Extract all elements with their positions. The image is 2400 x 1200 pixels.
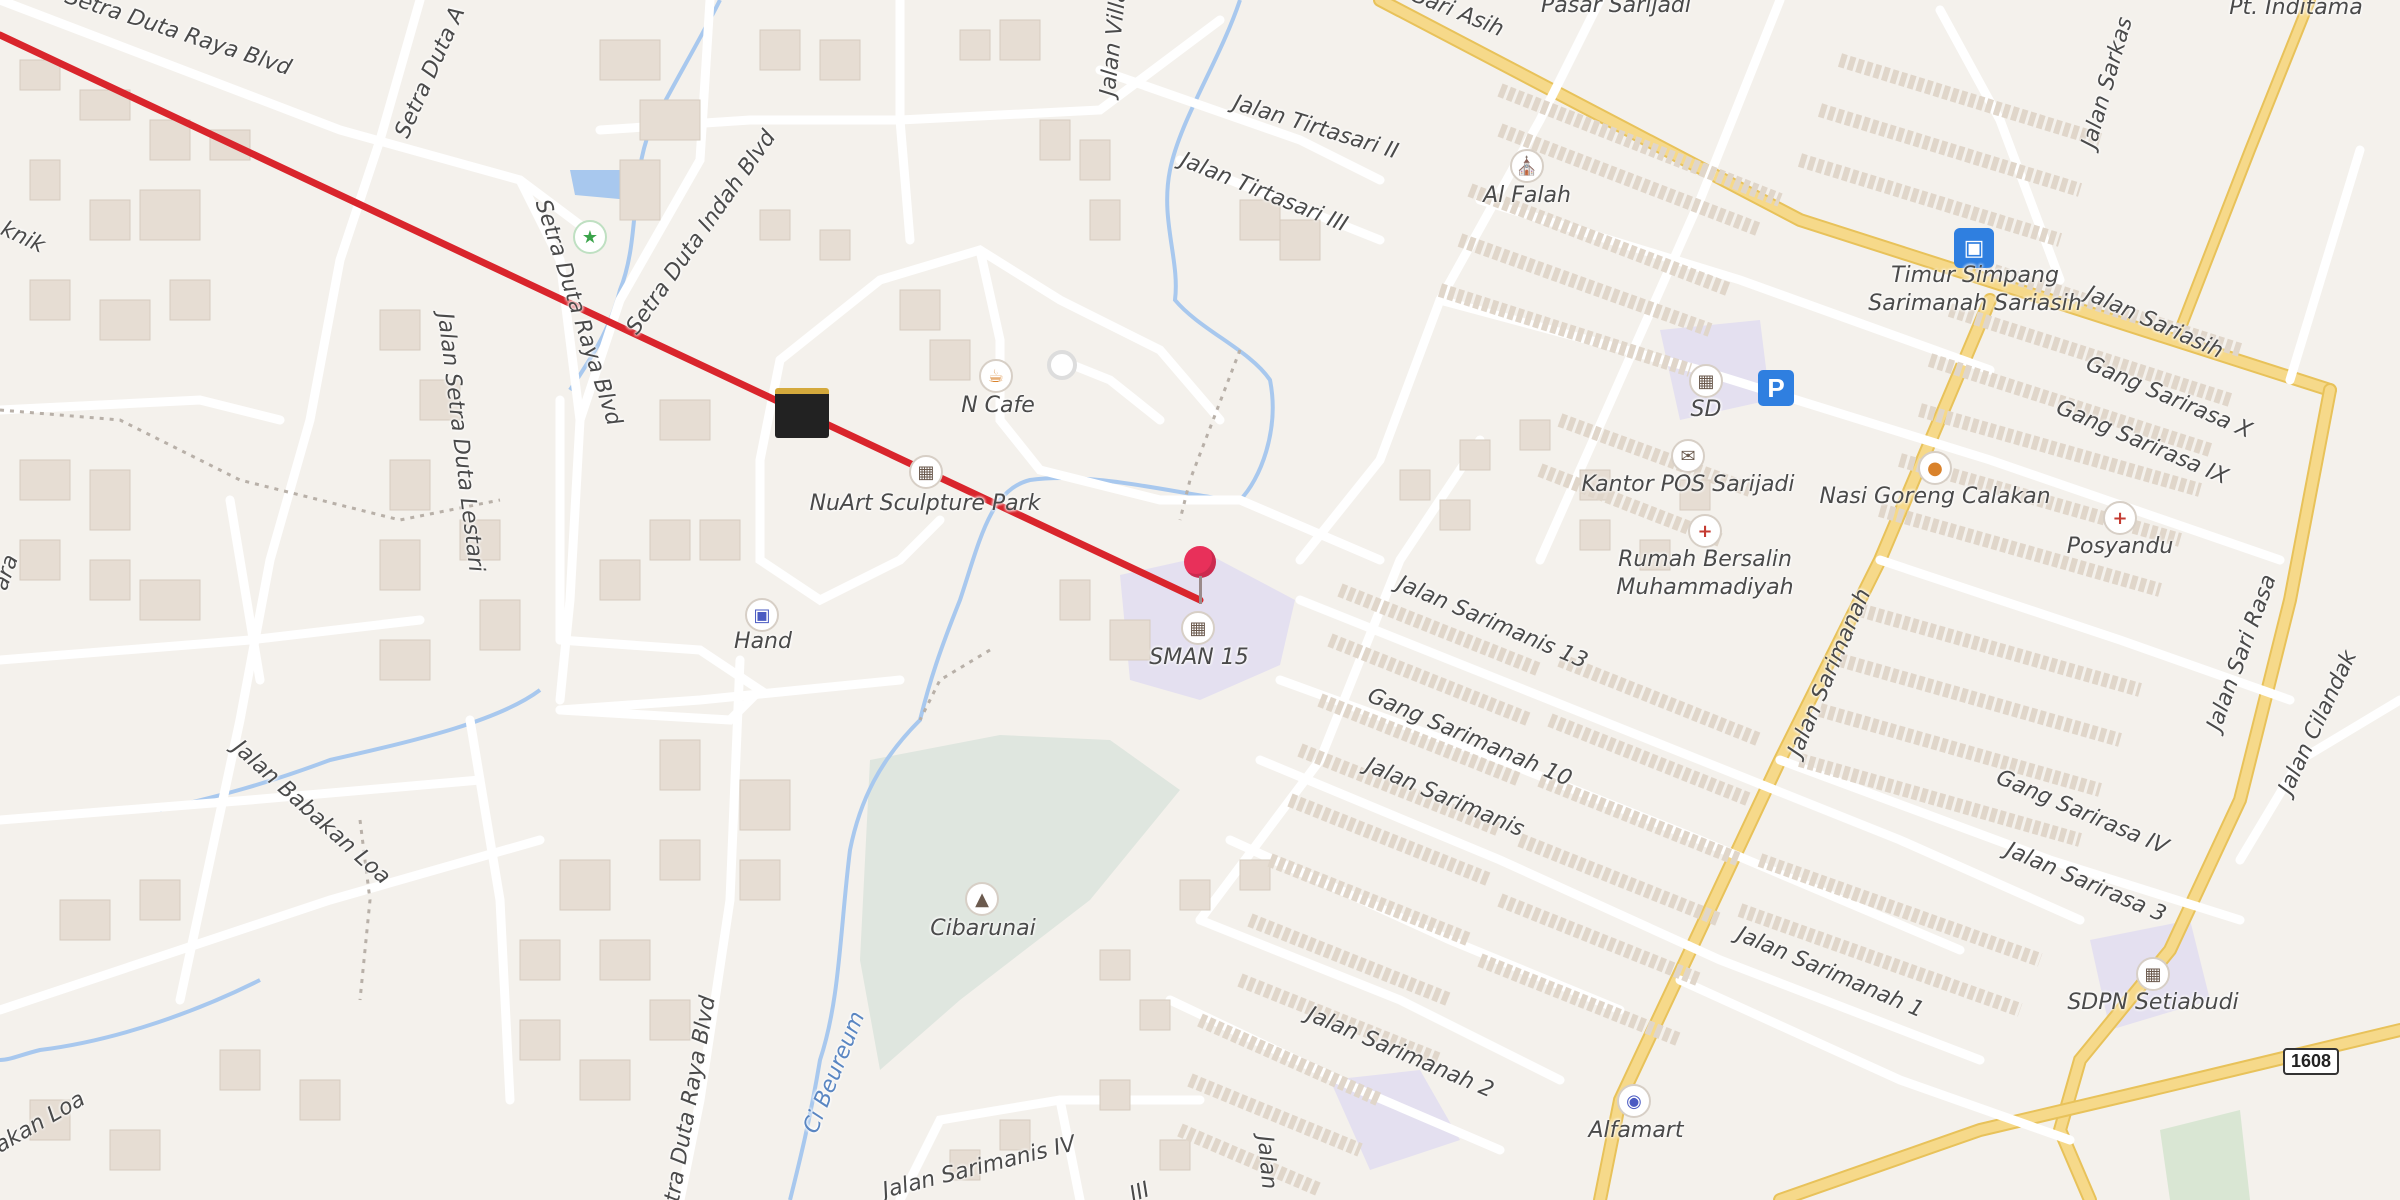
poi-label: Rumah Bersalin Muhammadiyah [1616, 547, 1794, 600]
street-label: Jalan [1251, 1134, 1282, 1191]
monument-icon[interactable]: ▲ [965, 882, 999, 916]
museum-icon[interactable]: ▦ [909, 455, 943, 489]
school-icon[interactable]: ▦ [2136, 957, 2170, 991]
restaurant-icon[interactable]: ● [1918, 451, 1952, 485]
ring-icon [1047, 350, 1077, 380]
school-icon[interactable]: ▦ [1181, 611, 1215, 645]
poi-label: SD [1690, 397, 1722, 422]
poi-label: Hand [734, 629, 792, 654]
poi-label: N Cafe [961, 393, 1035, 418]
route-shield: 1608 [2283, 1048, 2340, 1075]
post-office-icon[interactable]: ✉ [1671, 439, 1705, 473]
location-pin-icon[interactable] [1182, 546, 1218, 606]
poi-label: Posyandu [2066, 534, 2174, 559]
poi-label: Alfamart [1588, 1118, 1684, 1143]
poi-label: Pasar Sarijadi [1540, 0, 1692, 18]
kaaba-icon[interactable] [775, 388, 829, 438]
gallery-icon[interactable]: ▣ [745, 598, 779, 632]
map-canvas[interactable]: Setra Duta Raya Blvd Setra Duta A Setra … [0, 0, 2400, 1200]
playground-icon[interactable]: ★ [573, 220, 607, 254]
poi-label: Timur Simpang Sarimanah Sariasih [1868, 263, 2082, 316]
shopping-basket-icon[interactable]: ◉ [1617, 1084, 1651, 1118]
poi-label: SDPN Setiabudi [2067, 990, 2239, 1015]
poi-label: NuArt Sculpture Park [809, 491, 1041, 516]
park-area [860, 735, 1180, 1070]
poi-label: Kantor POS Sarijadi [1581, 472, 1795, 497]
parking-icon[interactable]: P [1758, 370, 1794, 406]
school-icon[interactable]: ▦ [1689, 364, 1723, 398]
cafe-icon[interactable]: ☕ [979, 359, 1013, 393]
poi-label: Nasi Goreng Calakan [1819, 484, 2051, 509]
medical-cross-icon[interactable]: + [1688, 514, 1722, 548]
medical-cross-icon[interactable]: + [2103, 501, 2137, 535]
poi-label: SMAN 15 [1149, 645, 1249, 670]
mosque-icon[interactable]: ⛪ [1510, 149, 1544, 183]
poi-label: Cibarunai [930, 916, 1036, 941]
poi-label: Al Falah [1483, 183, 1571, 208]
green-patch [2160, 1110, 2250, 1200]
poi-label: Pt. Inditama [2229, 0, 2363, 20]
